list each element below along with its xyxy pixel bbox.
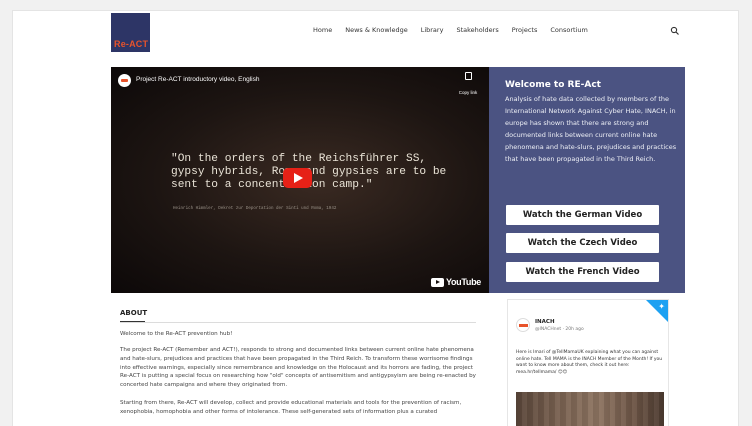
about-section: ABOUT Welcome to the Re-ACT prevention h… (111, 303, 489, 426)
nav-projects[interactable]: Projects (512, 26, 538, 34)
about-heading: ABOUT (120, 309, 148, 317)
youtube-icon (430, 277, 444, 287)
tweet-handle[interactable]: @INACHnet · 20h ago (535, 327, 584, 332)
search-icon[interactable] (670, 26, 680, 36)
welcome-text: Analysis of hate data collected by membe… (505, 95, 677, 163)
copy-link-button[interactable]: Copy link (454, 72, 482, 99)
channel-avatar[interactable] (118, 74, 131, 87)
copy-icon (464, 72, 472, 80)
welcome-panel: Welcome to RE-Act Analysis of hate data … (489, 67, 685, 293)
quote-line: "On the orders of the Reichsführer SS, (171, 153, 427, 165)
nav-consortium[interactable]: Consortium (550, 26, 587, 34)
video-player[interactable]: Project Re-ACT introductory video, Engli… (111, 67, 489, 293)
watch-french-video-button[interactable]: Watch the French Video (506, 262, 659, 282)
video-title[interactable]: Project Re-ACT introductory video, Engli… (136, 76, 259, 83)
logo-text: Re-ACT (114, 39, 149, 49)
watch-czech-video-button[interactable]: Watch the Czech Video (506, 233, 659, 253)
tweet-text: Here is Imari of @TellMamaUK explaining … (516, 350, 663, 375)
about-paragraph: The project Re-ACT (Remember and ACT!), … (120, 347, 476, 389)
about-paragraph: Starting from there, Re-ACT will develop… (120, 400, 462, 415)
tweet-author-name[interactable]: INACH (535, 319, 555, 325)
welcome-heading: Welcome to RE-Act (505, 80, 601, 90)
site-header: Re-ACT Home News & Knowledge Library Sta… (13, 11, 738, 56)
play-button-icon[interactable] (283, 168, 312, 188)
nav-stakeholders[interactable]: Stakeholders (456, 26, 498, 34)
about-paragraph: Welcome to the Re-ACT prevention hub! (120, 331, 233, 337)
tweet-avatar[interactable] (516, 318, 530, 332)
nav-news-knowledge[interactable]: News & Knowledge (345, 26, 408, 34)
twitter-bird-icon: ✦ (658, 302, 665, 311)
video-quote: "On the orders of the Reichsführer SS, g… (171, 153, 471, 192)
site-frame: Re-ACT Home News & Knowledge Library Sta… (12, 10, 739, 426)
nav-library[interactable]: Library (421, 26, 444, 34)
main-nav: Home News & Knowledge Library Stakeholde… (313, 26, 601, 34)
quote-line: gypsy hybrids, Roma and gypsies are to b… (171, 166, 447, 178)
divider (120, 322, 476, 323)
quote-line: sent to a concentration camp." (171, 179, 373, 191)
youtube-logo[interactable]: YouTube (430, 277, 481, 287)
site-logo[interactable]: Re-ACT (111, 13, 150, 52)
copy-link-label: Copy link (458, 90, 478, 95)
twitter-feed-card[interactable]: ✦ INACH @INACHnet · 20h ago Here is Imar… (507, 299, 669, 426)
tweet-image[interactable] (516, 392, 664, 426)
heading-underline (120, 321, 145, 322)
youtube-label: YouTube (445, 277, 481, 287)
quote-citation: Heinrich Himmler, Dekret zur Deportation… (173, 207, 337, 211)
watch-german-video-button[interactable]: Watch the German Video (506, 205, 659, 225)
page: Re-ACT Home News & Knowledge Library Sta… (0, 0, 752, 426)
nav-home[interactable]: Home (313, 26, 332, 34)
